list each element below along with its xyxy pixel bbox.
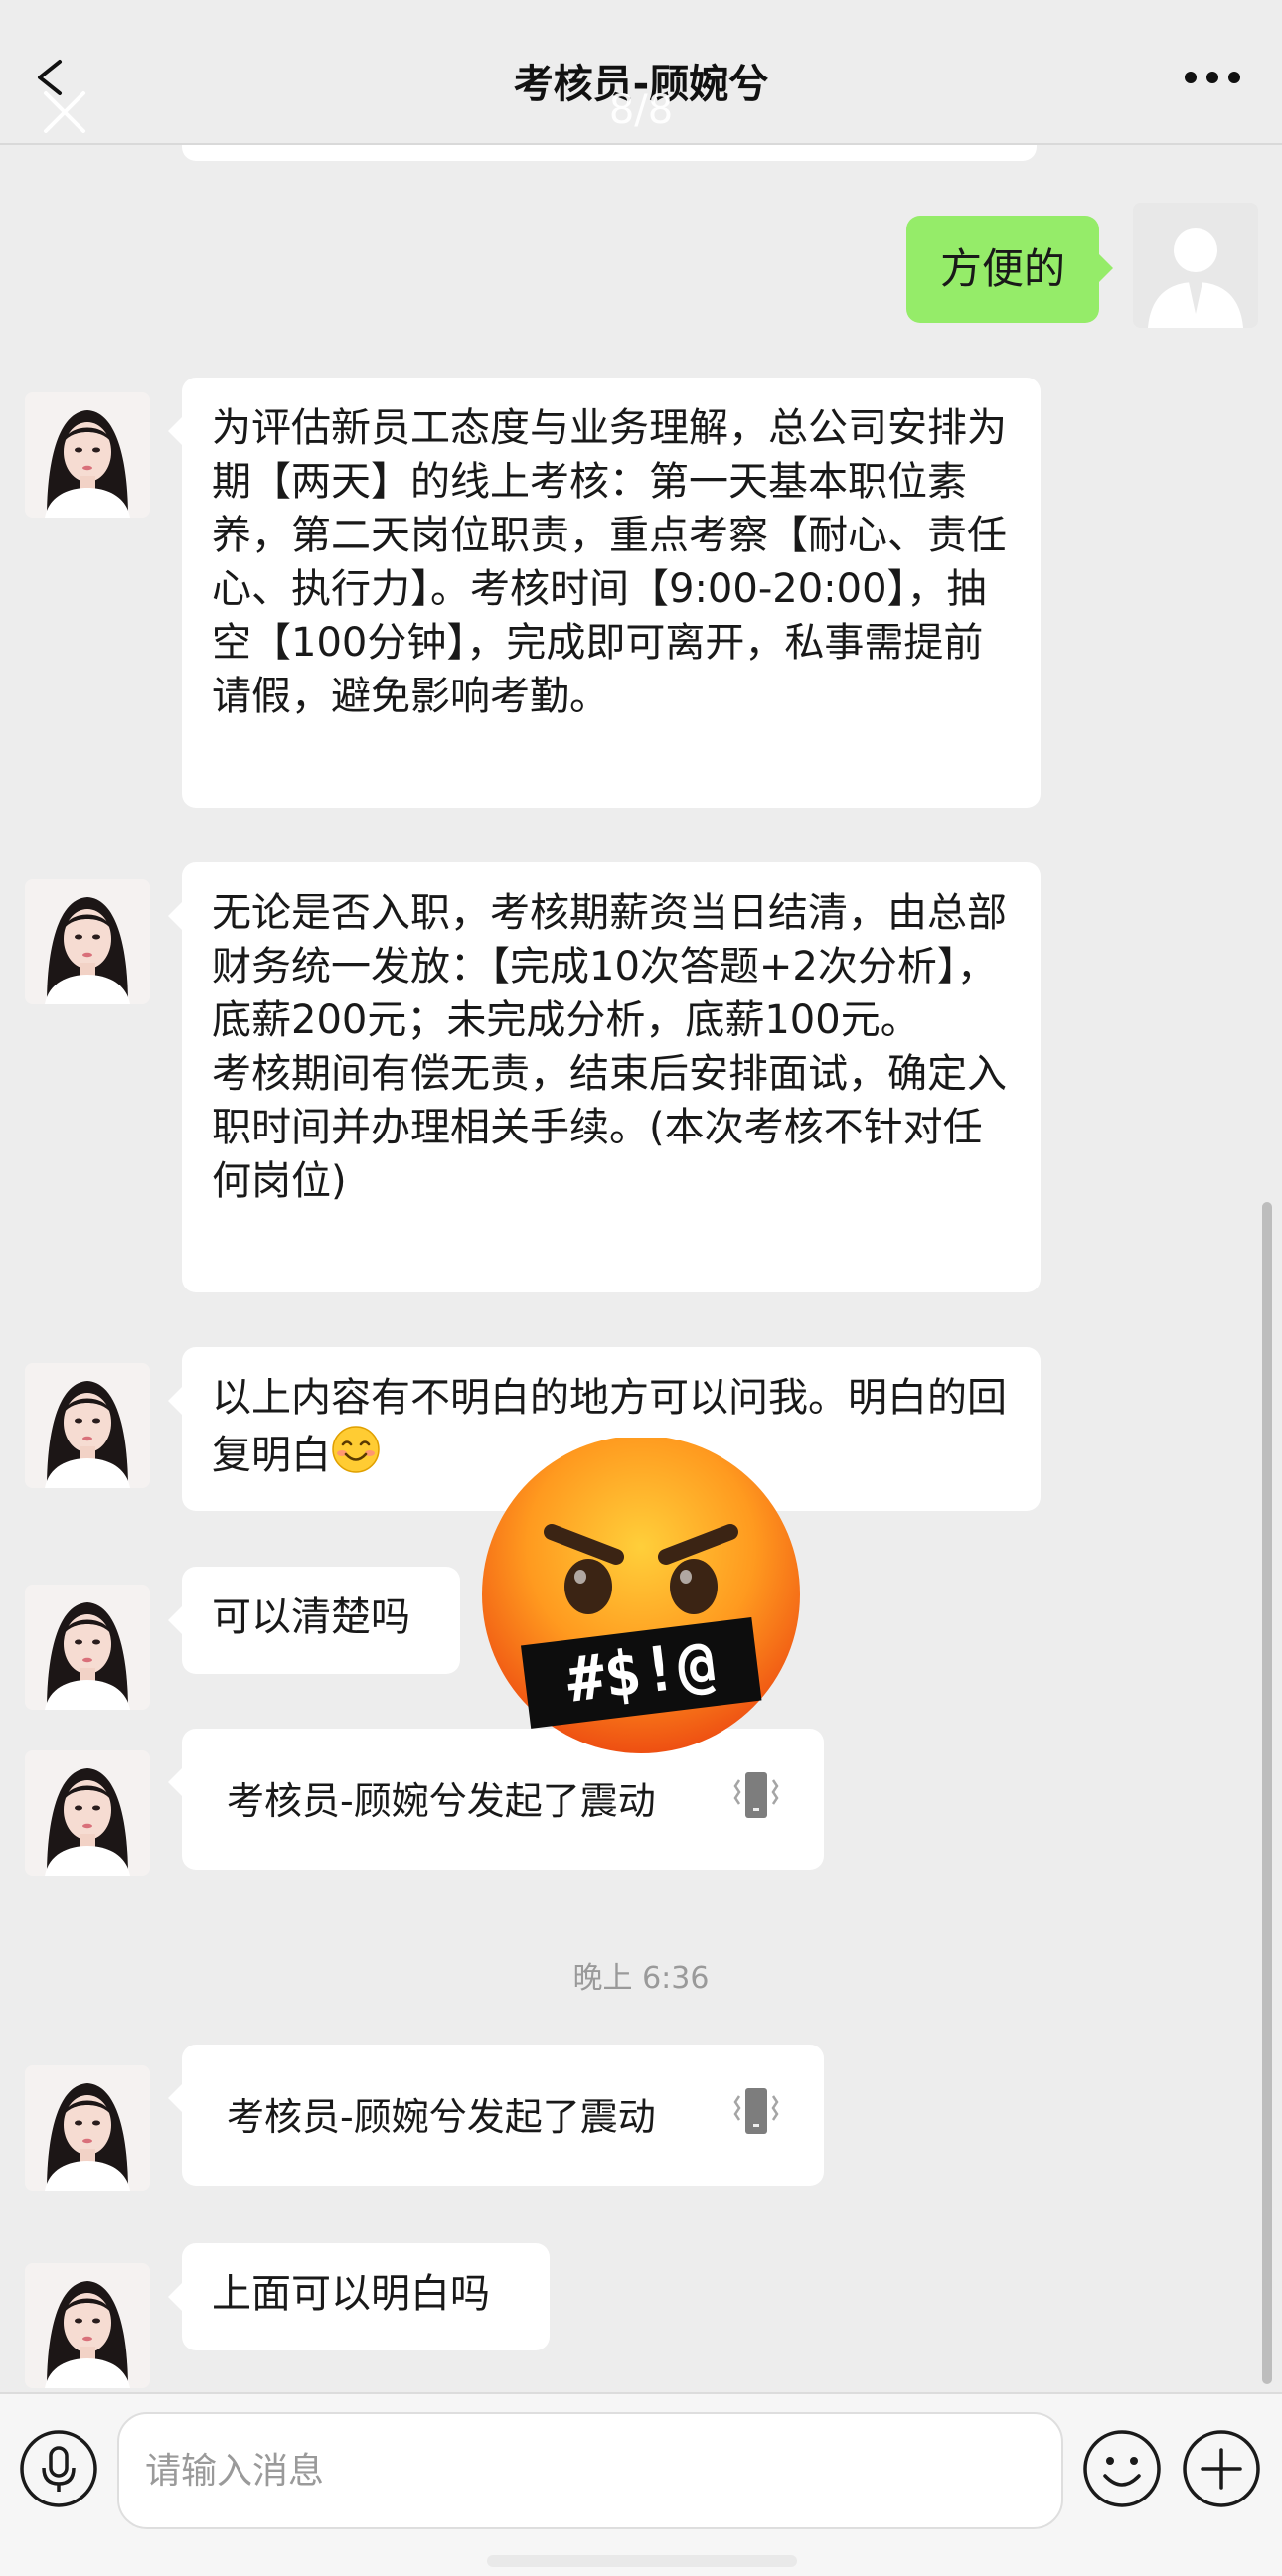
avatar-portrait xyxy=(25,1750,150,1876)
default-user-icon xyxy=(1133,203,1258,328)
scrollbar[interactable] xyxy=(1262,1202,1272,2384)
plus-icon[interactable] xyxy=(1181,2428,1262,2509)
message-input[interactable] xyxy=(117,2412,1063,2529)
contact-avatar[interactable] xyxy=(25,879,150,1004)
more-icon[interactable] xyxy=(1183,70,1242,85)
vibration-text: 考核员-顾婉兮发起了震动 xyxy=(227,1779,656,1823)
page-indicator: 8/8 xyxy=(608,87,674,133)
chat-header: 考核员-顾婉兮 8/8 xyxy=(0,0,1282,145)
microphone-icon[interactable] xyxy=(18,2428,99,2509)
avatar-portrait xyxy=(25,1363,150,1488)
avatar-portrait xyxy=(25,392,150,518)
message-bubble[interactable]: 上面可以明白吗 xyxy=(168,2243,550,2350)
message-bubble[interactable]: 为评估新员工态度与业务理解，总公司安排为期【两天】的线上考核：第一天基本职位素养… xyxy=(168,378,1041,808)
message-timestamp: 晚上 6:36 xyxy=(572,1961,710,1996)
avatar-portrait xyxy=(25,2065,150,2191)
smiley-icon[interactable] xyxy=(1081,2428,1163,2509)
smiling-face-icon xyxy=(332,1426,380,1473)
message-text: 为评估新员工态度与业务理解，总公司安排为期【两天】的线上考核：第一天基本职位素养… xyxy=(212,405,1007,719)
avatar-portrait xyxy=(25,2263,150,2388)
close-icon[interactable] xyxy=(40,87,89,137)
avatar-portrait xyxy=(25,1585,150,1710)
contact-avatar[interactable] xyxy=(25,1585,150,1710)
cursing-face-sticker: #$!@ xyxy=(482,1438,800,1753)
contact-avatar[interactable] xyxy=(25,1363,150,1488)
message-text: 可以清楚吗 xyxy=(212,1594,410,1640)
vibration-notice-bubble[interactable]: 考核员-顾婉兮发起了震动 xyxy=(168,2045,824,2186)
contact-avatar[interactable] xyxy=(25,2263,150,2388)
message-text: 无论是否入职，考核期薪资当日结清，由总部财务统一发放：【完成10次答题+2次分析… xyxy=(212,890,1007,1204)
contact-avatar[interactable] xyxy=(25,1750,150,1876)
message-text: 上面可以明白吗 xyxy=(212,2271,490,2317)
my-avatar[interactable] xyxy=(1133,203,1258,328)
message-text: 方便的 xyxy=(939,244,1065,293)
avatar-portrait xyxy=(25,879,150,1004)
message-bubble[interactable]: 可以清楚吗 xyxy=(168,1567,460,1674)
input-bar xyxy=(0,2392,1282,2576)
contact-avatar[interactable] xyxy=(25,392,150,518)
phone-vibrate-icon xyxy=(733,2088,779,2134)
contact-avatar[interactable] xyxy=(25,2065,150,2191)
phone-vibrate-icon xyxy=(733,1772,779,1818)
vibration-text: 考核员-顾婉兮发起了震动 xyxy=(227,2095,656,2139)
message-bubble[interactable]: 无论是否入职，考核期薪资当日结清，由总部财务统一发放：【完成10次答题+2次分析… xyxy=(168,862,1041,1292)
my-message-bubble[interactable]: 方便的 xyxy=(906,216,1113,323)
chat-screen: 考核员-顾婉兮 8/8 方便的 为评估新员工态度与业务理解，总公司安排为期【两天… xyxy=(0,0,1282,2576)
home-indicator xyxy=(487,2555,797,2567)
